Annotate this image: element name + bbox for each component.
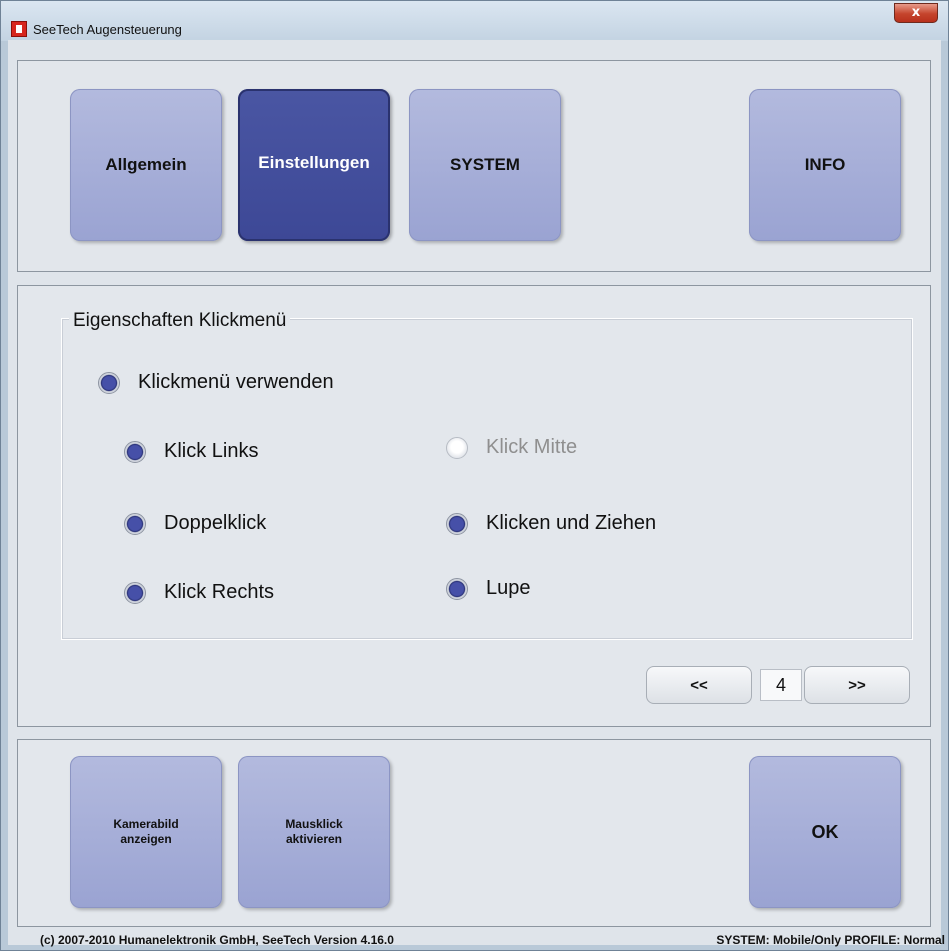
radio-label: Doppelklick: [164, 512, 267, 534]
radio-indicator[interactable]: [446, 577, 468, 600]
radio-lupe[interactable]: Lupe: [446, 577, 531, 600]
radio-label: Lupe: [486, 577, 531, 599]
radio-doppelklick[interactable]: Doppelklick: [124, 512, 266, 535]
radio-indicator[interactable]: [98, 371, 120, 394]
prev-page-button[interactable]: <<: [646, 666, 752, 704]
radio-klickmenu-verwenden[interactable]: Klickmenü verwenden: [98, 371, 334, 394]
tab-allgemein[interactable]: Allgemein: [70, 89, 222, 241]
radio-indicator[interactable]: [446, 512, 468, 535]
radio-label: Klick Mitte: [486, 436, 578, 458]
radio-klicken-und-ziehen[interactable]: Klicken und Ziehen: [446, 512, 656, 535]
title-bar[interactable]: SeeTech Augensteuerung x: [1, 1, 948, 41]
tab-system[interactable]: SYSTEM: [409, 89, 561, 241]
client-area: Allgemein Einstellungen SYSTEM INFO Eige…: [8, 40, 941, 945]
tab-allgemein-label: Allgemein: [105, 155, 187, 174]
radio-indicator[interactable]: [124, 581, 146, 604]
radio-label: Klickmenü verwenden: [138, 371, 334, 393]
copyright-text: (c) 2007-2010 Humanelektronik GmbH, SeeT…: [40, 933, 394, 947]
radio-indicator: [446, 436, 468, 459]
show-camera-label-line2: anzeigen: [120, 832, 172, 846]
next-page-button[interactable]: >>: [804, 666, 910, 704]
tab-info[interactable]: INFO: [749, 89, 901, 241]
radio-label: Klick Links: [164, 440, 259, 462]
radio-klick-links[interactable]: Klick Links: [124, 440, 258, 463]
radio-label: Klicken und Ziehen: [486, 512, 657, 534]
tab-einstellungen-label: Einstellungen: [258, 153, 370, 172]
show-camera-label-line1: Kamerabild: [113, 817, 179, 831]
activate-mouseclick-label-line1: Mausklick: [285, 817, 343, 831]
group-title: Eigenschaften Klickmenü: [69, 310, 291, 332]
system-profile-text: SYSTEM: Mobile/Only PROFILE: Normal: [716, 933, 945, 947]
app-icon: [11, 21, 27, 37]
show-camera-button[interactable]: Kamerabild anzeigen: [70, 756, 222, 908]
ok-button[interactable]: OK: [749, 756, 901, 908]
page-number: 4: [760, 669, 802, 701]
tab-system-label: SYSTEM: [450, 155, 520, 174]
radio-indicator[interactable]: [124, 512, 146, 535]
tab-einstellungen[interactable]: Einstellungen: [238, 89, 390, 241]
radio-klick-mitte: Klick Mitte: [446, 436, 577, 459]
tab-info-label: INFO: [804, 155, 846, 174]
activate-mouseclick-button[interactable]: Mausklick aktivieren: [238, 756, 390, 908]
radio-klick-rechts[interactable]: Klick Rechts: [124, 581, 274, 604]
ok-button-label: OK: [811, 821, 839, 842]
radio-label: Klick Rechts: [164, 581, 275, 603]
window-title: SeeTech Augensteuerung: [33, 22, 182, 37]
radio-indicator[interactable]: [124, 440, 146, 463]
activate-mouseclick-label-line2: aktivieren: [285, 832, 343, 846]
close-button[interactable]: x: [894, 3, 938, 23]
